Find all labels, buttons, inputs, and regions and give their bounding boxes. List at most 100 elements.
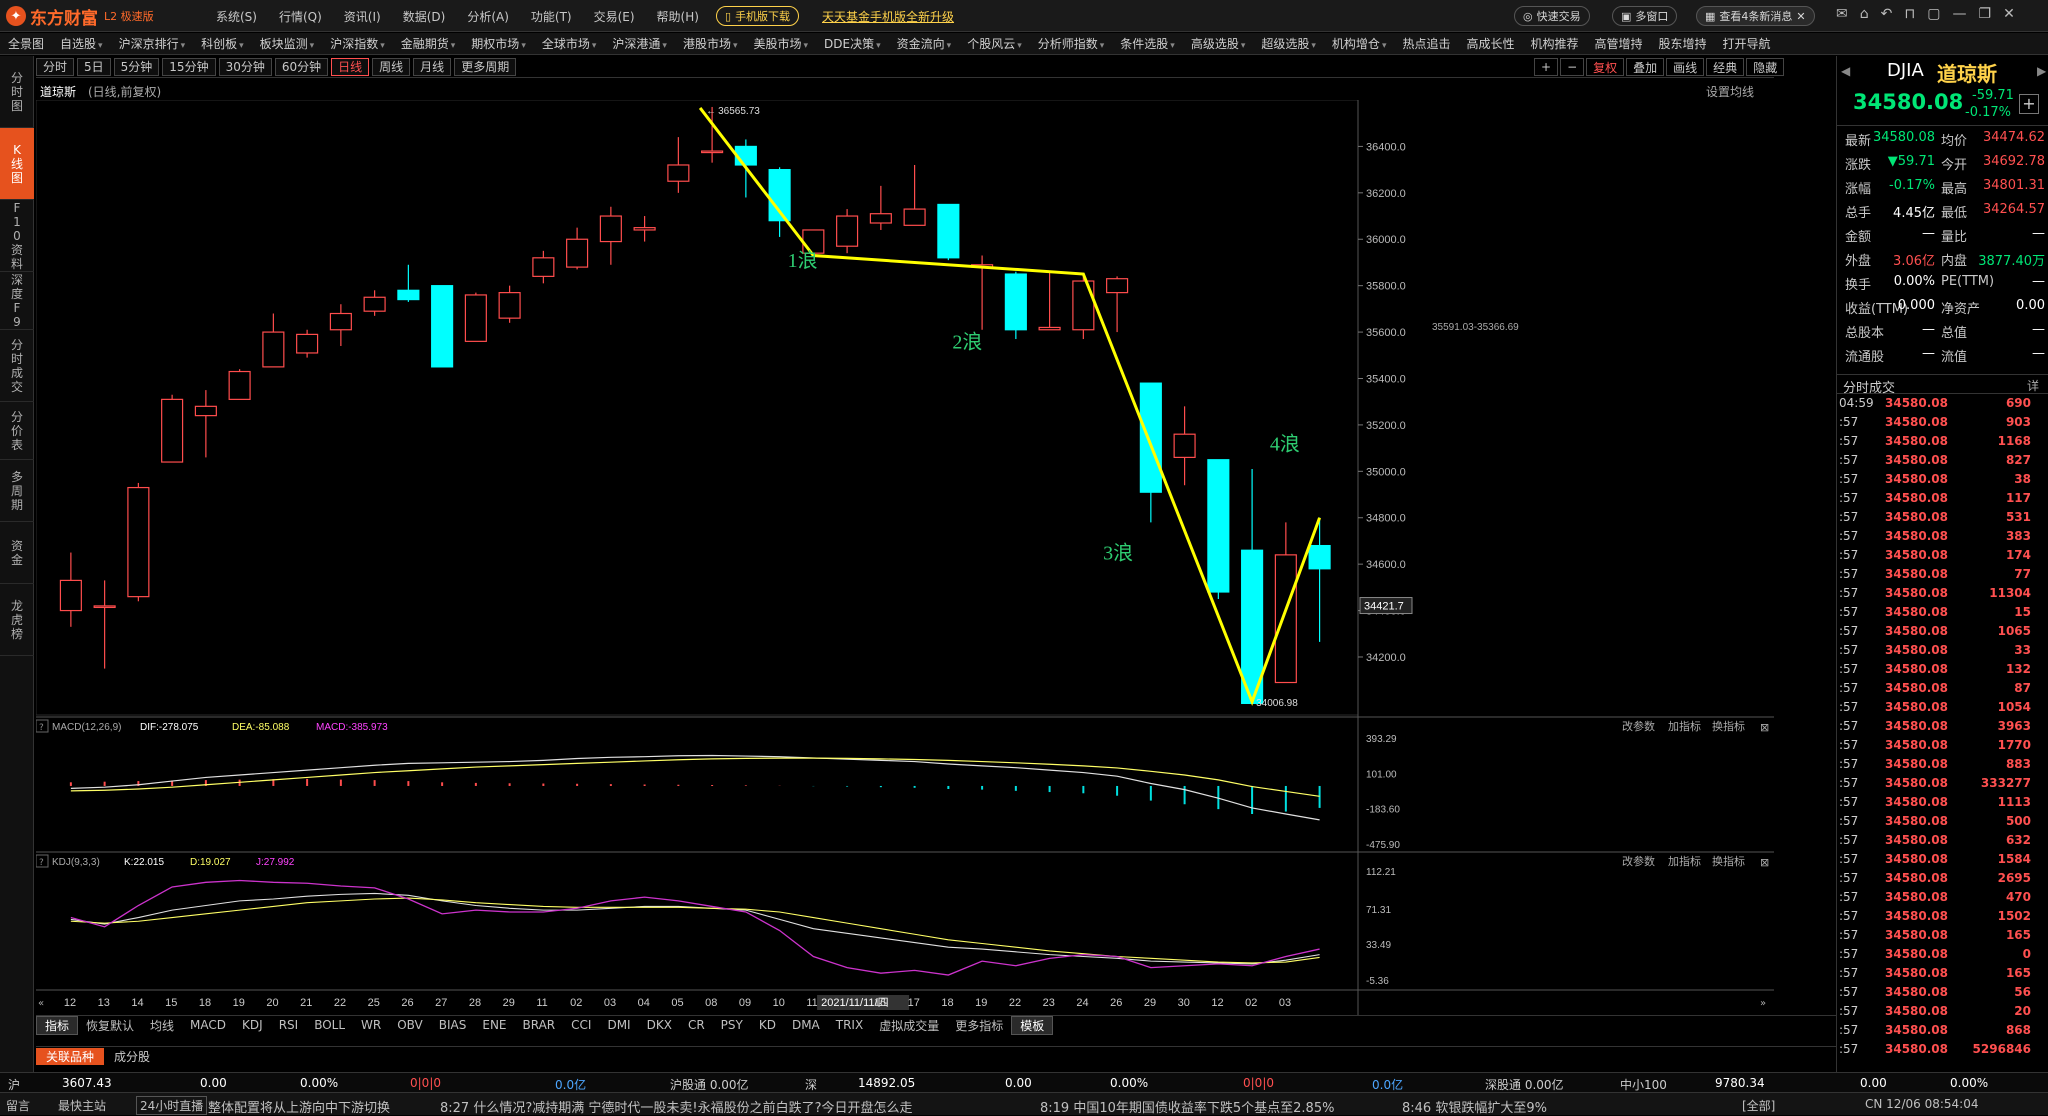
- zx-index[interactable]: 9780.34: [1715, 1076, 1765, 1090]
- indicator-tab[interactable]: 恢复默认: [78, 1017, 142, 1034]
- menu-item[interactable]: 分析(A): [456, 8, 520, 25]
- nav-item[interactable]: 金融期货 ▾: [393, 35, 464, 52]
- sidebar-item[interactable]: K线图: [0, 128, 34, 200]
- nav-item[interactable]: DDE决策 ▾: [816, 35, 889, 52]
- ma-settings-button[interactable]: 设置均线: [1706, 83, 1754, 100]
- nav-item[interactable]: 沪深京排行 ▾: [111, 35, 194, 52]
- nav-item[interactable]: 全球市场 ▾: [534, 35, 605, 52]
- back-icon[interactable]: ↶: [1881, 6, 1893, 22]
- news-item[interactable]: 整体配置将从上游向中下游切换: [208, 1097, 390, 1116]
- sz-index[interactable]: 14892.05: [858, 1076, 915, 1090]
- nav-item[interactable]: 港股市场 ▾: [675, 35, 746, 52]
- chart-tool-button[interactable]: 隐藏: [1746, 58, 1785, 76]
- chart-tool-button[interactable]: +: [1534, 58, 1559, 76]
- message-button[interactable]: 留言: [6, 1097, 30, 1114]
- period-button[interactable]: 月线: [413, 57, 452, 76]
- related-tab[interactable]: 成分股: [104, 1048, 160, 1065]
- indicator-tab[interactable]: BRAR: [515, 1018, 564, 1032]
- nav-item[interactable]: 个股风云 ▾: [959, 35, 1030, 52]
- menu-item[interactable]: 资讯(I): [333, 8, 392, 25]
- sidebar-item[interactable]: 分价表: [0, 402, 34, 460]
- nav-item[interactable]: 机构增仓 ▾: [1324, 35, 1395, 52]
- indicator-tab[interactable]: 指标: [36, 1015, 79, 1035]
- indicator-tab[interactable]: CR: [680, 1018, 713, 1032]
- sh-index[interactable]: 3607.43: [62, 1076, 112, 1090]
- prev-icon[interactable]: ◀: [1841, 64, 1850, 78]
- news-item[interactable]: 8:46 软银跌幅扩大至9%: [1402, 1097, 1547, 1116]
- multi-window-button[interactable]: ▣ 多窗口: [1612, 6, 1678, 26]
- sidebar-item[interactable]: 分时图: [0, 56, 34, 128]
- period-button[interactable]: 30分钟: [218, 57, 272, 76]
- period-button[interactable]: 分时: [36, 57, 75, 76]
- scroll-left-icon[interactable]: «: [38, 998, 44, 1009]
- news-notice-button[interactable]: ▦ 查看4条新消息 ✕: [1696, 6, 1815, 26]
- sidebar-item[interactable]: 深度F9: [0, 272, 34, 330]
- nav-item[interactable]: 资金流向 ▾: [889, 35, 960, 52]
- lock-icon[interactable]: ⊓: [1904, 6, 1915, 22]
- all-news-button[interactable]: [全部]: [1742, 1097, 1775, 1114]
- indicator-tab[interactable]: 更多指标: [947, 1017, 1011, 1034]
- quick-trade-button[interactable]: ◎ 快速交易: [1514, 6, 1590, 26]
- period-button[interactable]: 5日: [77, 57, 111, 76]
- nav-item[interactable]: 打开导航: [1715, 35, 1779, 52]
- period-button[interactable]: 日线: [331, 57, 370, 76]
- indicator-tab[interactable]: DMA: [784, 1018, 828, 1032]
- nav-item[interactable]: 全景图: [0, 35, 52, 52]
- nav-item[interactable]: 高管增持: [1587, 35, 1651, 52]
- chart-tool-button[interactable]: 画线: [1666, 58, 1705, 76]
- nav-item[interactable]: 板块监测 ▾: [252, 35, 323, 52]
- chart-tool-button[interactable]: 叠加: [1626, 58, 1665, 76]
- indicator-tab[interactable]: ENE: [474, 1018, 514, 1032]
- mail-icon[interactable]: ✉: [1836, 6, 1848, 22]
- nav-item[interactable]: 机构推荐: [1523, 35, 1587, 52]
- chart-tool-button[interactable]: 经典: [1706, 58, 1745, 76]
- indicator-tool-button[interactable]: 换指标: [1712, 719, 1745, 733]
- indicator-tool-button[interactable]: 改参数: [1622, 719, 1655, 733]
- indicator-tool-button[interactable]: 换指标: [1712, 854, 1745, 868]
- nav-item[interactable]: 沪深港通 ▾: [604, 35, 675, 52]
- indicator-tab[interactable]: PSY: [713, 1018, 751, 1032]
- indicator-tool-button[interactable]: 改参数: [1622, 854, 1655, 868]
- nav-item[interactable]: 超级选股 ▾: [1253, 35, 1324, 52]
- nav-item[interactable]: 条件选股 ▾: [1112, 35, 1183, 52]
- indicator-tab[interactable]: RSI: [271, 1018, 307, 1032]
- close-icon[interactable]: ✕: [1796, 10, 1805, 23]
- minimize-icon[interactable]: —: [1953, 6, 1967, 22]
- indicator-tab[interactable]: DMI: [599, 1018, 638, 1032]
- mobile-download-button[interactable]: ▯ 手机版下载: [716, 6, 800, 26]
- period-button[interactable]: 更多周期: [454, 57, 517, 76]
- indicator-tab[interactable]: 虚拟成交量: [871, 1017, 947, 1034]
- indicator-tab[interactable]: TRIX: [828, 1018, 871, 1032]
- indicator-tab[interactable]: WR: [353, 1018, 389, 1032]
- nav-item[interactable]: 自选股 ▾: [52, 35, 111, 52]
- menu-item[interactable]: 交易(E): [583, 8, 646, 25]
- kline-chart[interactable]: 35591.03-35366.69 1浪 2浪 3浪 4浪 ← 36565.73 34006.…: [36, 100, 1774, 1015]
- add-watch-button[interactable]: +: [2019, 94, 2039, 114]
- restore-icon[interactable]: ❐: [1979, 6, 1992, 22]
- news-item[interactable]: 8:27 什么情况?减持期满 宁德时代一股未卖!永福股份之前白跌了?今日开盘怎么…: [440, 1097, 912, 1116]
- nav-item[interactable]: 热点追击: [1394, 35, 1458, 52]
- period-button[interactable]: 15分钟: [162, 57, 216, 76]
- live-button[interactable]: 24小时直播: [136, 1096, 208, 1115]
- trades-detail-button[interactable]: 详: [2027, 377, 2039, 394]
- close-window-icon[interactable]: ✕: [2003, 6, 2015, 22]
- indicator-tool-button[interactable]: 加指标: [1668, 719, 1701, 733]
- indicator-tab[interactable]: DKX: [639, 1018, 680, 1032]
- indicator-tab[interactable]: 模板: [1011, 1015, 1054, 1035]
- indicator-tab[interactable]: BIAS: [431, 1018, 475, 1032]
- nav-item[interactable]: 高级选股 ▾: [1183, 35, 1254, 52]
- sidebar-item[interactable]: 多周期: [0, 460, 34, 522]
- indicator-tab[interactable]: CCI: [563, 1018, 599, 1032]
- menu-item[interactable]: 功能(T): [520, 8, 583, 25]
- indicator-tab[interactable]: BOLL: [306, 1018, 353, 1032]
- nav-item[interactable]: 高成长性: [1458, 35, 1522, 52]
- next-icon[interactable]: ▶: [2037, 64, 2046, 78]
- station-button[interactable]: 最快主站: [58, 1097, 106, 1114]
- indicator-tab[interactable]: MACD: [182, 1018, 234, 1032]
- indicator-tab[interactable]: 均线: [142, 1017, 182, 1034]
- period-button[interactable]: 60分钟: [274, 57, 329, 76]
- sidebar-item[interactable]: 龙虎榜: [0, 584, 34, 656]
- sidebar-item[interactable]: F10资料: [0, 200, 34, 272]
- news-item[interactable]: 8:19 中国10年期国债收益率下跌5个基点至2.85%: [1040, 1097, 1334, 1116]
- nav-item[interactable]: 科创板 ▾: [193, 35, 252, 52]
